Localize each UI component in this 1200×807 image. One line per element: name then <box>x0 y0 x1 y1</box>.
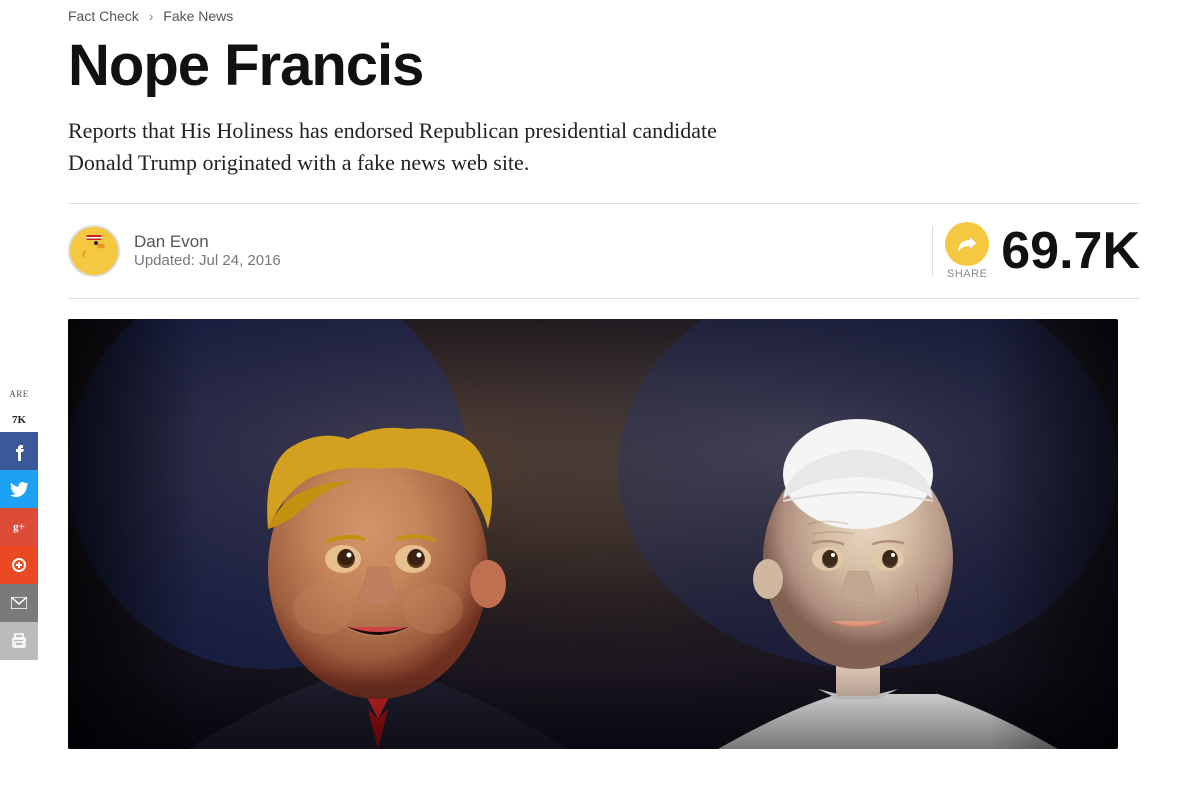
page-wrapper: ARE 7K g+ <box>0 0 1200 807</box>
breadcrumb-separator: › <box>149 8 154 24</box>
sidebar-share-label: ARE <box>0 380 38 408</box>
share-label-text: SHARE <box>947 268 987 280</box>
main-content: Fact Check › Fake News Nope Francis Repo… <box>38 0 1200 807</box>
sidebar-twitter-btn[interactable] <box>0 470 38 508</box>
divider-top <box>68 203 1140 204</box>
share-arrow-icon[interactable] <box>945 222 989 266</box>
share-vertical-divider <box>932 226 933 276</box>
article-title: Nope Francis <box>68 36 1140 97</box>
sidebar-google-btn[interactable]: g+ <box>0 508 38 546</box>
author-date: Updated: Jul 24, 2016 <box>134 252 281 269</box>
sidebar-count: 7K <box>0 408 38 432</box>
sidebar-facebook-btn[interactable] <box>0 432 38 470</box>
breadcrumb-fakenews[interactable]: Fake News <box>163 8 233 24</box>
author-name: Dan Evon <box>134 232 281 252</box>
author-left: Dan Evon Updated: Jul 24, 2016 <box>68 225 281 277</box>
author-row: Dan Evon Updated: Jul 24, 2016 SHARE 6 <box>68 222 1140 299</box>
sidebar-count-text: 7K <box>12 414 26 426</box>
share-count: 69.7K <box>1001 225 1140 277</box>
article-subtitle: Reports that His Holiness has endorsed R… <box>68 115 748 179</box>
share-right: SHARE 69.7K <box>932 222 1140 280</box>
sidebar-stumble-btn[interactable] <box>0 546 38 584</box>
article-image <box>68 319 1118 749</box>
sidebar-print-btn[interactable] <box>0 622 38 660</box>
author-info: Dan Evon Updated: Jul 24, 2016 <box>134 232 281 269</box>
breadcrumb: Fact Check › Fake News <box>68 8 1140 24</box>
breadcrumb-part2: Fake News <box>163 8 233 24</box>
sidebar-email-btn[interactable] <box>0 584 38 622</box>
social-sidebar: ARE 7K g+ <box>0 0 38 807</box>
author-avatar <box>68 225 120 277</box>
breadcrumb-part1: Fact Check <box>68 8 139 24</box>
breadcrumb-factcheck[interactable]: Fact Check <box>68 8 143 24</box>
sidebar-share-text: ARE <box>9 389 29 399</box>
share-icon-box: SHARE <box>945 222 989 280</box>
